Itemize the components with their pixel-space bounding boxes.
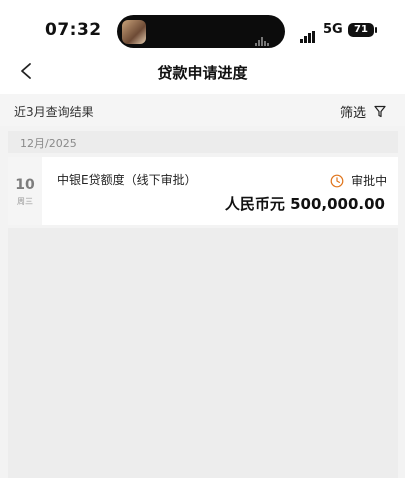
cellular-signal-icon [300, 24, 316, 43]
page-title: 贷款申请进度 [157, 64, 248, 82]
status-text: 审批中 [351, 174, 388, 188]
loan-amount: 人民币元 500,000.00 [224, 195, 385, 213]
status-badge: 审批中 [330, 170, 388, 188]
loan-application-item[interactable]: 10 周三 中银E贷额度（线下审批） 审批中 人民币元 500,000.00 [8, 157, 398, 225]
list-empty-area [8, 228, 398, 478]
date-badge: 10 周三 [8, 157, 42, 225]
funnel-icon [374, 105, 386, 118]
status-time: 07:32 [45, 20, 102, 40]
filter-button[interactable]: 筛选 [340, 101, 386, 121]
date-day: 10 [15, 177, 35, 193]
battery-icon: 71 [348, 23, 374, 37]
clock-icon [330, 174, 344, 187]
month-header: 12月/2025 [8, 131, 398, 153]
battery-tip [375, 27, 377, 33]
status-bar: 07:32 5G 71 [0, 0, 405, 50]
query-range-label: 近3月查询结果 [14, 105, 94, 119]
filter-button-label: 筛选 [340, 106, 367, 121]
date-weekday: 周三 [17, 197, 33, 206]
audio-waveform-icon [255, 27, 275, 46]
loan-product-name: 中银E贷额度（线下审批） [57, 173, 197, 187]
now-playing-artwork [122, 20, 146, 44]
nav-bar: 贷款申请进度 [0, 50, 405, 94]
filter-bar: 近3月查询结果 筛选 [0, 94, 405, 126]
dynamic-island[interactable] [117, 15, 285, 48]
month-label: 12月/2025 [20, 137, 77, 150]
network-type: 5G [323, 22, 343, 37]
